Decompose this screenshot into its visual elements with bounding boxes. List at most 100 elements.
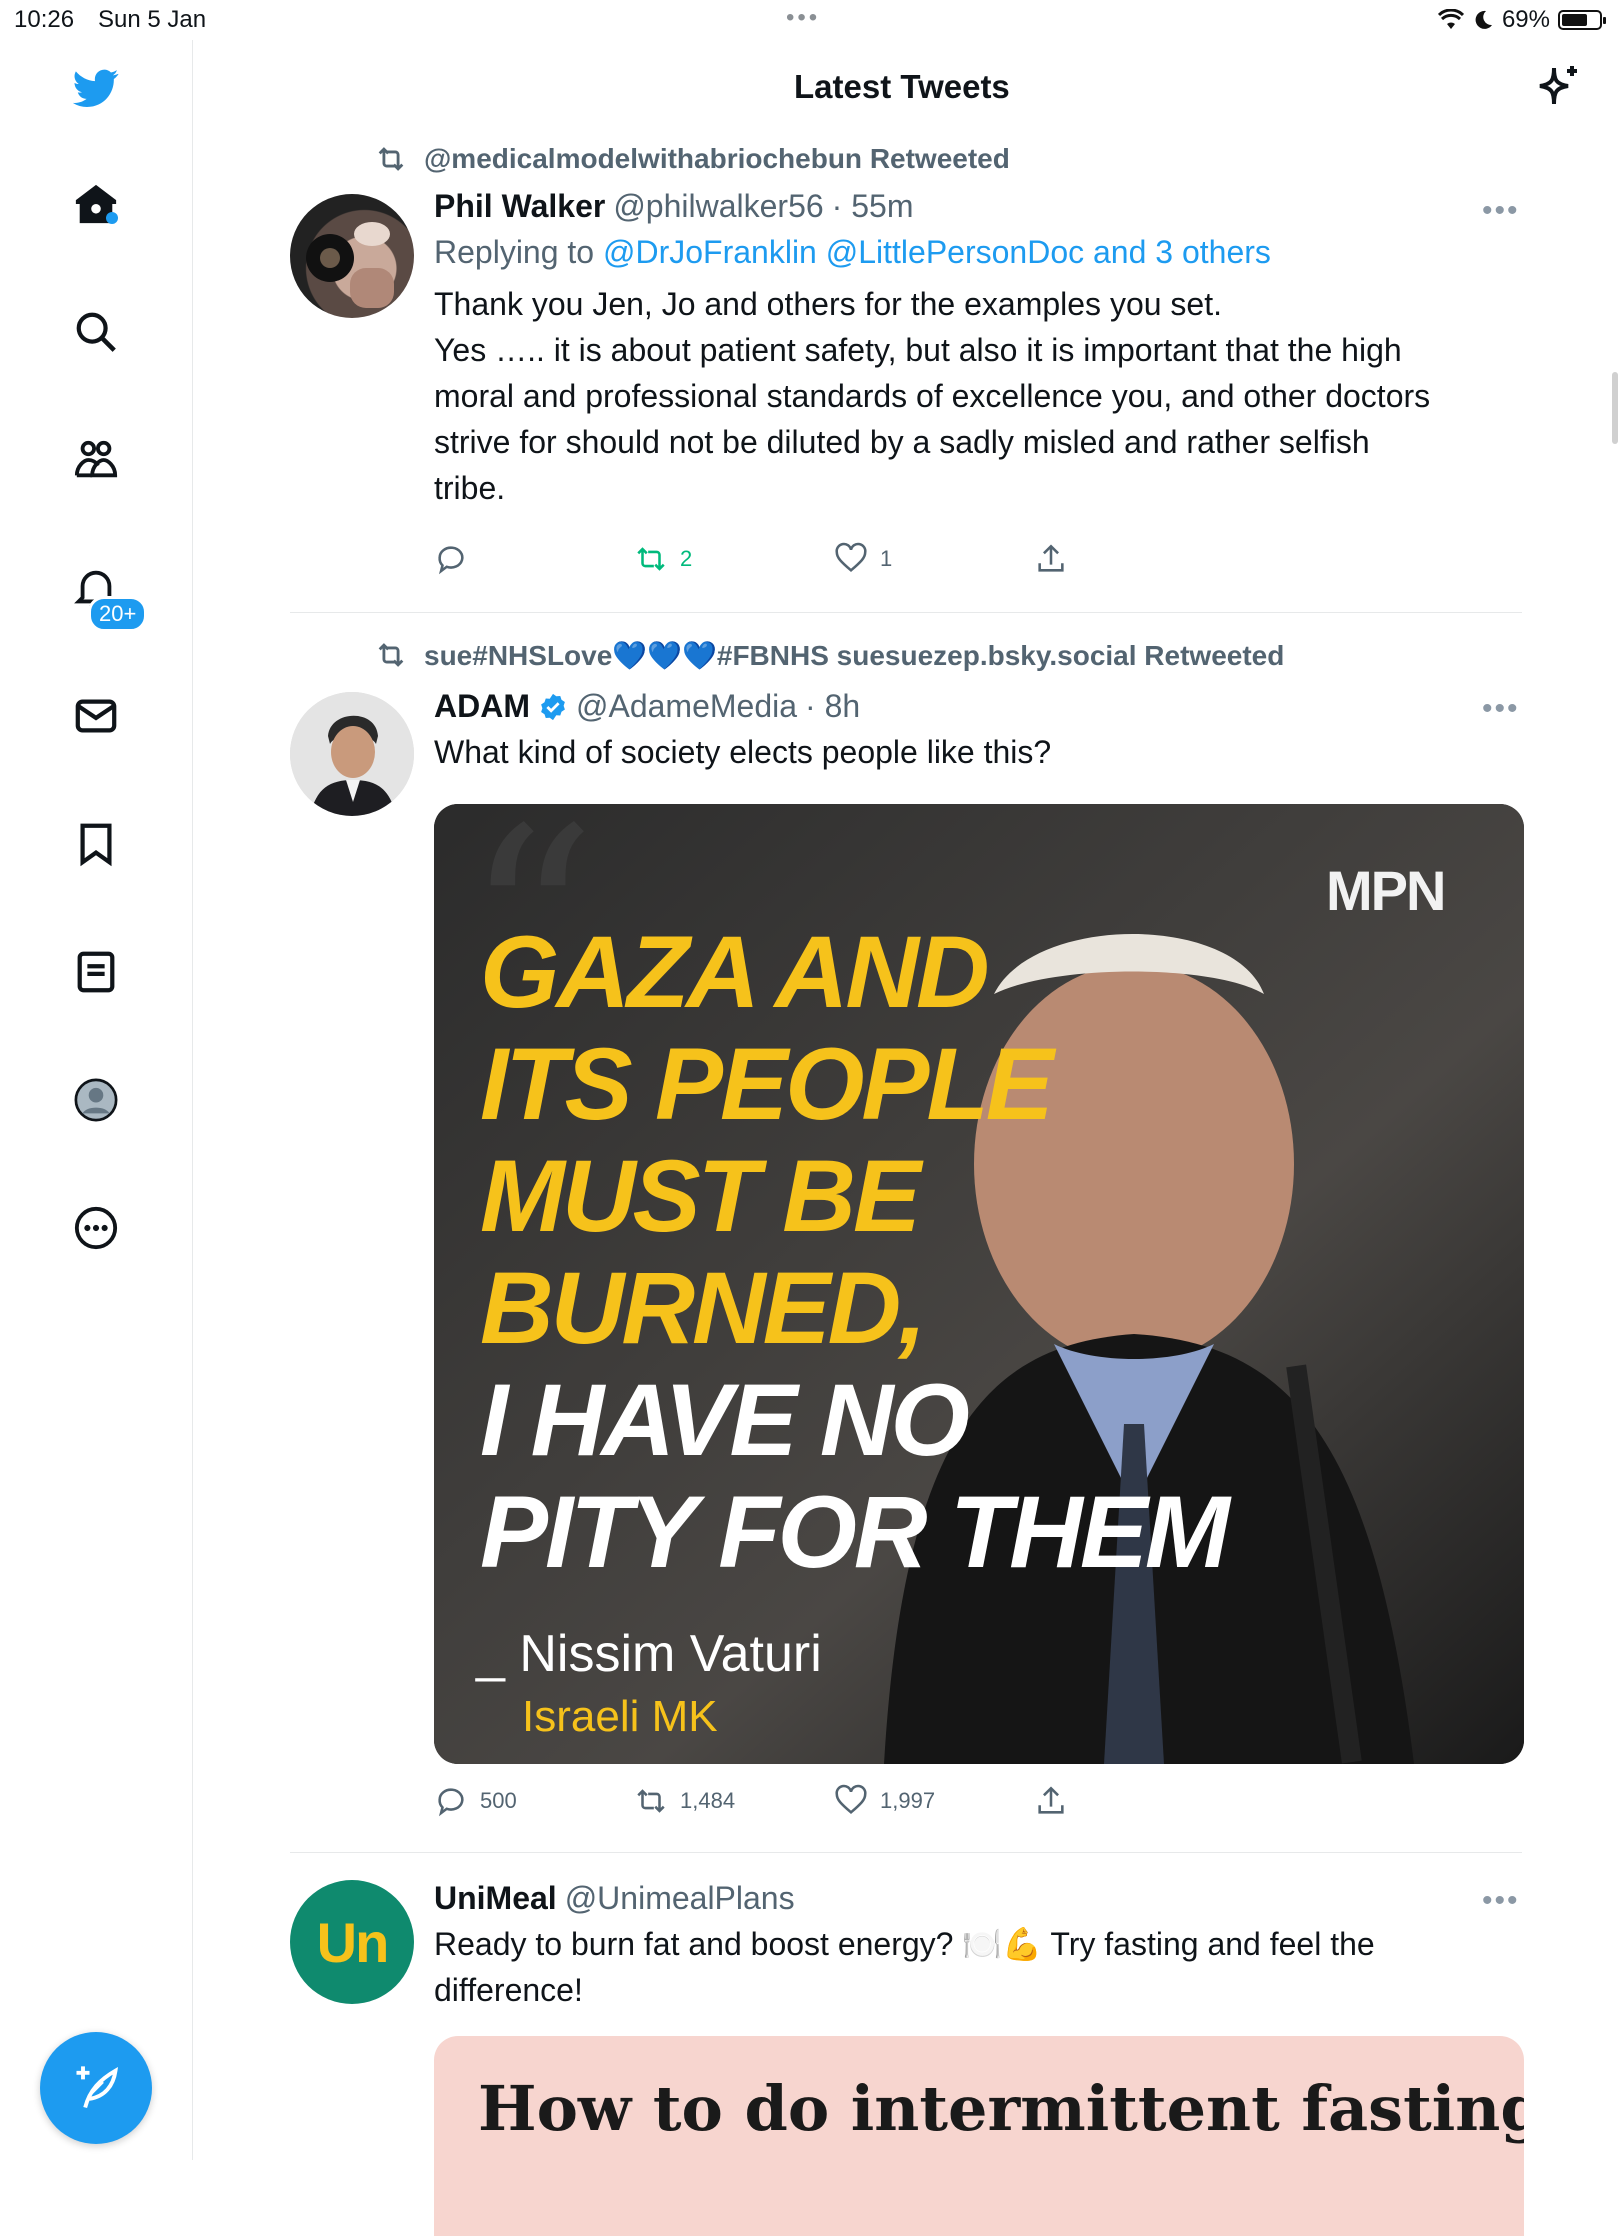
tweet-body: UniMeal @UnimealPlans Ready to burn fat …	[434, 1880, 1522, 2013]
bookmarks-icon[interactable]	[68, 816, 124, 872]
like-count: 1	[880, 546, 893, 571]
avatar-photo	[290, 692, 414, 816]
sidebar: 20+	[0, 40, 193, 2160]
like-count: 1,997	[880, 1788, 936, 1813]
reply-button[interactable]	[434, 542, 634, 576]
retweet-icon	[637, 1789, 665, 1813]
lists-icon[interactable]	[68, 944, 124, 1000]
like-button[interactable]: 1	[834, 542, 1034, 576]
tweet-text-line: moral and professional standards of exce…	[434, 378, 1431, 414]
status-date: Sun 5 Jan	[98, 6, 207, 33]
author-name[interactable]: Phil Walker	[434, 188, 605, 225]
retweeted-by[interactable]: sue#NHSLove💙💙💙#FBNHS suesuezep.bsky.soci…	[424, 639, 1284, 672]
twitter-bird-icon[interactable]	[68, 60, 124, 116]
status-time: 10:26	[14, 6, 75, 33]
author-handle[interactable]: @philwalker56	[613, 188, 823, 225]
communities-icon[interactable]	[68, 432, 124, 488]
tweet-actions: 500 1,484 1,997	[434, 1784, 1234, 1818]
more-icon[interactable]	[68, 1200, 124, 1256]
media-quote-line: I HAVE NO	[480, 1363, 970, 1477]
heart-icon	[835, 542, 867, 573]
reply-icon	[438, 1788, 464, 1817]
multitasking-dots-icon[interactable]: •••	[786, 4, 820, 32]
author-handle[interactable]: @AdameMedia	[576, 688, 797, 725]
tweet-text-line: tribe.	[434, 470, 506, 506]
heart-icon	[835, 1784, 867, 1815]
sparkle-icon[interactable]	[1534, 62, 1582, 110]
author-handle[interactable]: @UnimealPlans	[565, 1880, 795, 1917]
media-quote-text: GAZA AND ITS PEOPLE MUST BE BURNED, I HA…	[480, 915, 1230, 1589]
tweet-text: What kind of society elects people like …	[434, 734, 1052, 770]
tweet-text: Thank you Jen, Jo and others for the exa…	[434, 281, 1522, 511]
tweet-text-line: Thank you Jen, Jo and others for the exa…	[434, 286, 1222, 322]
avatar-photo	[306, 222, 394, 308]
tweet-text-line: difference!	[434, 1972, 583, 2008]
media-title: How to do intermittent fasting	[478, 2072, 1524, 2145]
retweet-small-icon	[378, 147, 404, 171]
tweet-actions: 2 1	[434, 542, 1234, 576]
avatar[interactable]	[290, 692, 414, 816]
tweet-body: Phil Walker @philwalker56 · 55m Replying…	[434, 188, 1522, 511]
replying-prefix: Replying to	[434, 234, 603, 270]
notifications-badge: 20+	[88, 596, 148, 632]
messages-icon[interactable]	[68, 688, 124, 744]
search-icon[interactable]	[68, 304, 124, 360]
media-quote-line: GAZA AND	[480, 915, 990, 1029]
avatar[interactable]	[290, 194, 414, 318]
retweeted-by[interactable]: @medicalmodelwithabriochebun Retweeted	[424, 143, 1010, 175]
tweet-time[interactable]: · 8h	[805, 688, 860, 725]
media-attribution-role: Israeli MK	[522, 1692, 718, 1741]
retweet-button[interactable]: 2	[634, 542, 834, 576]
tweet-time[interactable]: · 55m	[832, 188, 914, 225]
more-options-icon[interactable]: •••	[1482, 692, 1522, 726]
tweet-header: Phil Walker @philwalker56 · 55m	[434, 188, 1522, 225]
retweet-button[interactable]: 1,484	[634, 1784, 834, 1818]
home-icon[interactable]	[68, 176, 124, 232]
tweet-media-image[interactable]: “ MPN GAZA AND ITS PEOPLE MUST BE BURNED…	[434, 804, 1524, 1764]
tweet-header: UniMeal @UnimealPlans	[434, 1880, 1522, 1917]
tweet-header: ADAM @AdameMedia · 8h	[434, 688, 1522, 725]
battery-icon	[1558, 10, 1606, 30]
feather-plus-icon	[76, 2066, 118, 2109]
replying-to-users[interactable]: @DrJoFranklin @LittlePersonDoc and 3 oth…	[603, 234, 1271, 270]
tweet-text-line: Ready to burn fat and boost energy? 🍽️💪 …	[434, 1926, 1375, 1962]
home-unread-dot	[106, 212, 118, 224]
more-options-icon[interactable]: •••	[1482, 1884, 1522, 1918]
share-icon	[1038, 544, 1064, 572]
wifi-icon	[1437, 9, 1464, 29]
media-quote-line: PITY FOR THEM	[480, 1475, 1230, 1589]
like-button[interactable]: 1,997	[834, 1784, 1034, 1818]
tweet-text-line: strive for should not be diluted by a sa…	[434, 424, 1370, 460]
tweet-media-image[interactable]: How to do intermittent fasting	[434, 2036, 1524, 2236]
replying-to: Replying to @DrJoFranklin @LittlePersonD…	[434, 229, 1522, 275]
avatar[interactable]: Un	[290, 1880, 414, 2004]
avatar-logo-text: Un	[316, 1910, 390, 1974]
share-button[interactable]	[1034, 1784, 1234, 1818]
author-name[interactable]: ADAM	[434, 688, 530, 725]
share-button[interactable]	[1034, 542, 1234, 576]
author-name[interactable]: UniMeal	[434, 1880, 557, 1917]
tweet-divider	[290, 1852, 1522, 1853]
profile-icon[interactable]	[68, 1072, 124, 1128]
tweet-text-line: Yes ….. it is about patient safety, but …	[434, 332, 1402, 368]
media-quote-line: BURNED,	[480, 1251, 927, 1365]
media-attribution: _ Nissim Vaturi	[476, 1625, 822, 1683]
reply-icon	[438, 546, 464, 575]
more-options-icon[interactable]: •••	[1482, 194, 1522, 228]
scrollbar[interactable]	[1612, 372, 1618, 444]
verified-badge-icon	[541, 693, 565, 720]
media-quote-line: MUST BE	[480, 1139, 921, 1253]
battery-percent: 69%	[1501, 6, 1550, 33]
retweet-context: @medicalmodelwithabriochebun Retweeted	[374, 142, 1010, 176]
retweet-icon	[637, 547, 665, 571]
tweet-divider	[290, 612, 1522, 613]
reply-button[interactable]: 500	[434, 1784, 634, 1818]
share-icon	[1038, 1786, 1064, 1814]
reply-count: 500	[480, 1788, 517, 1813]
retweet-small-icon	[378, 643, 404, 667]
tweet-text: Ready to burn fat and boost energy? 🍽️💪 …	[434, 1921, 1522, 2013]
retweet-count: 2	[680, 546, 693, 571]
tweet-actions-row: 500 1,484 1,997	[290, 1784, 1522, 1824]
battery-fill	[1562, 14, 1587, 26]
compose-tweet-button[interactable]	[40, 2032, 152, 2144]
